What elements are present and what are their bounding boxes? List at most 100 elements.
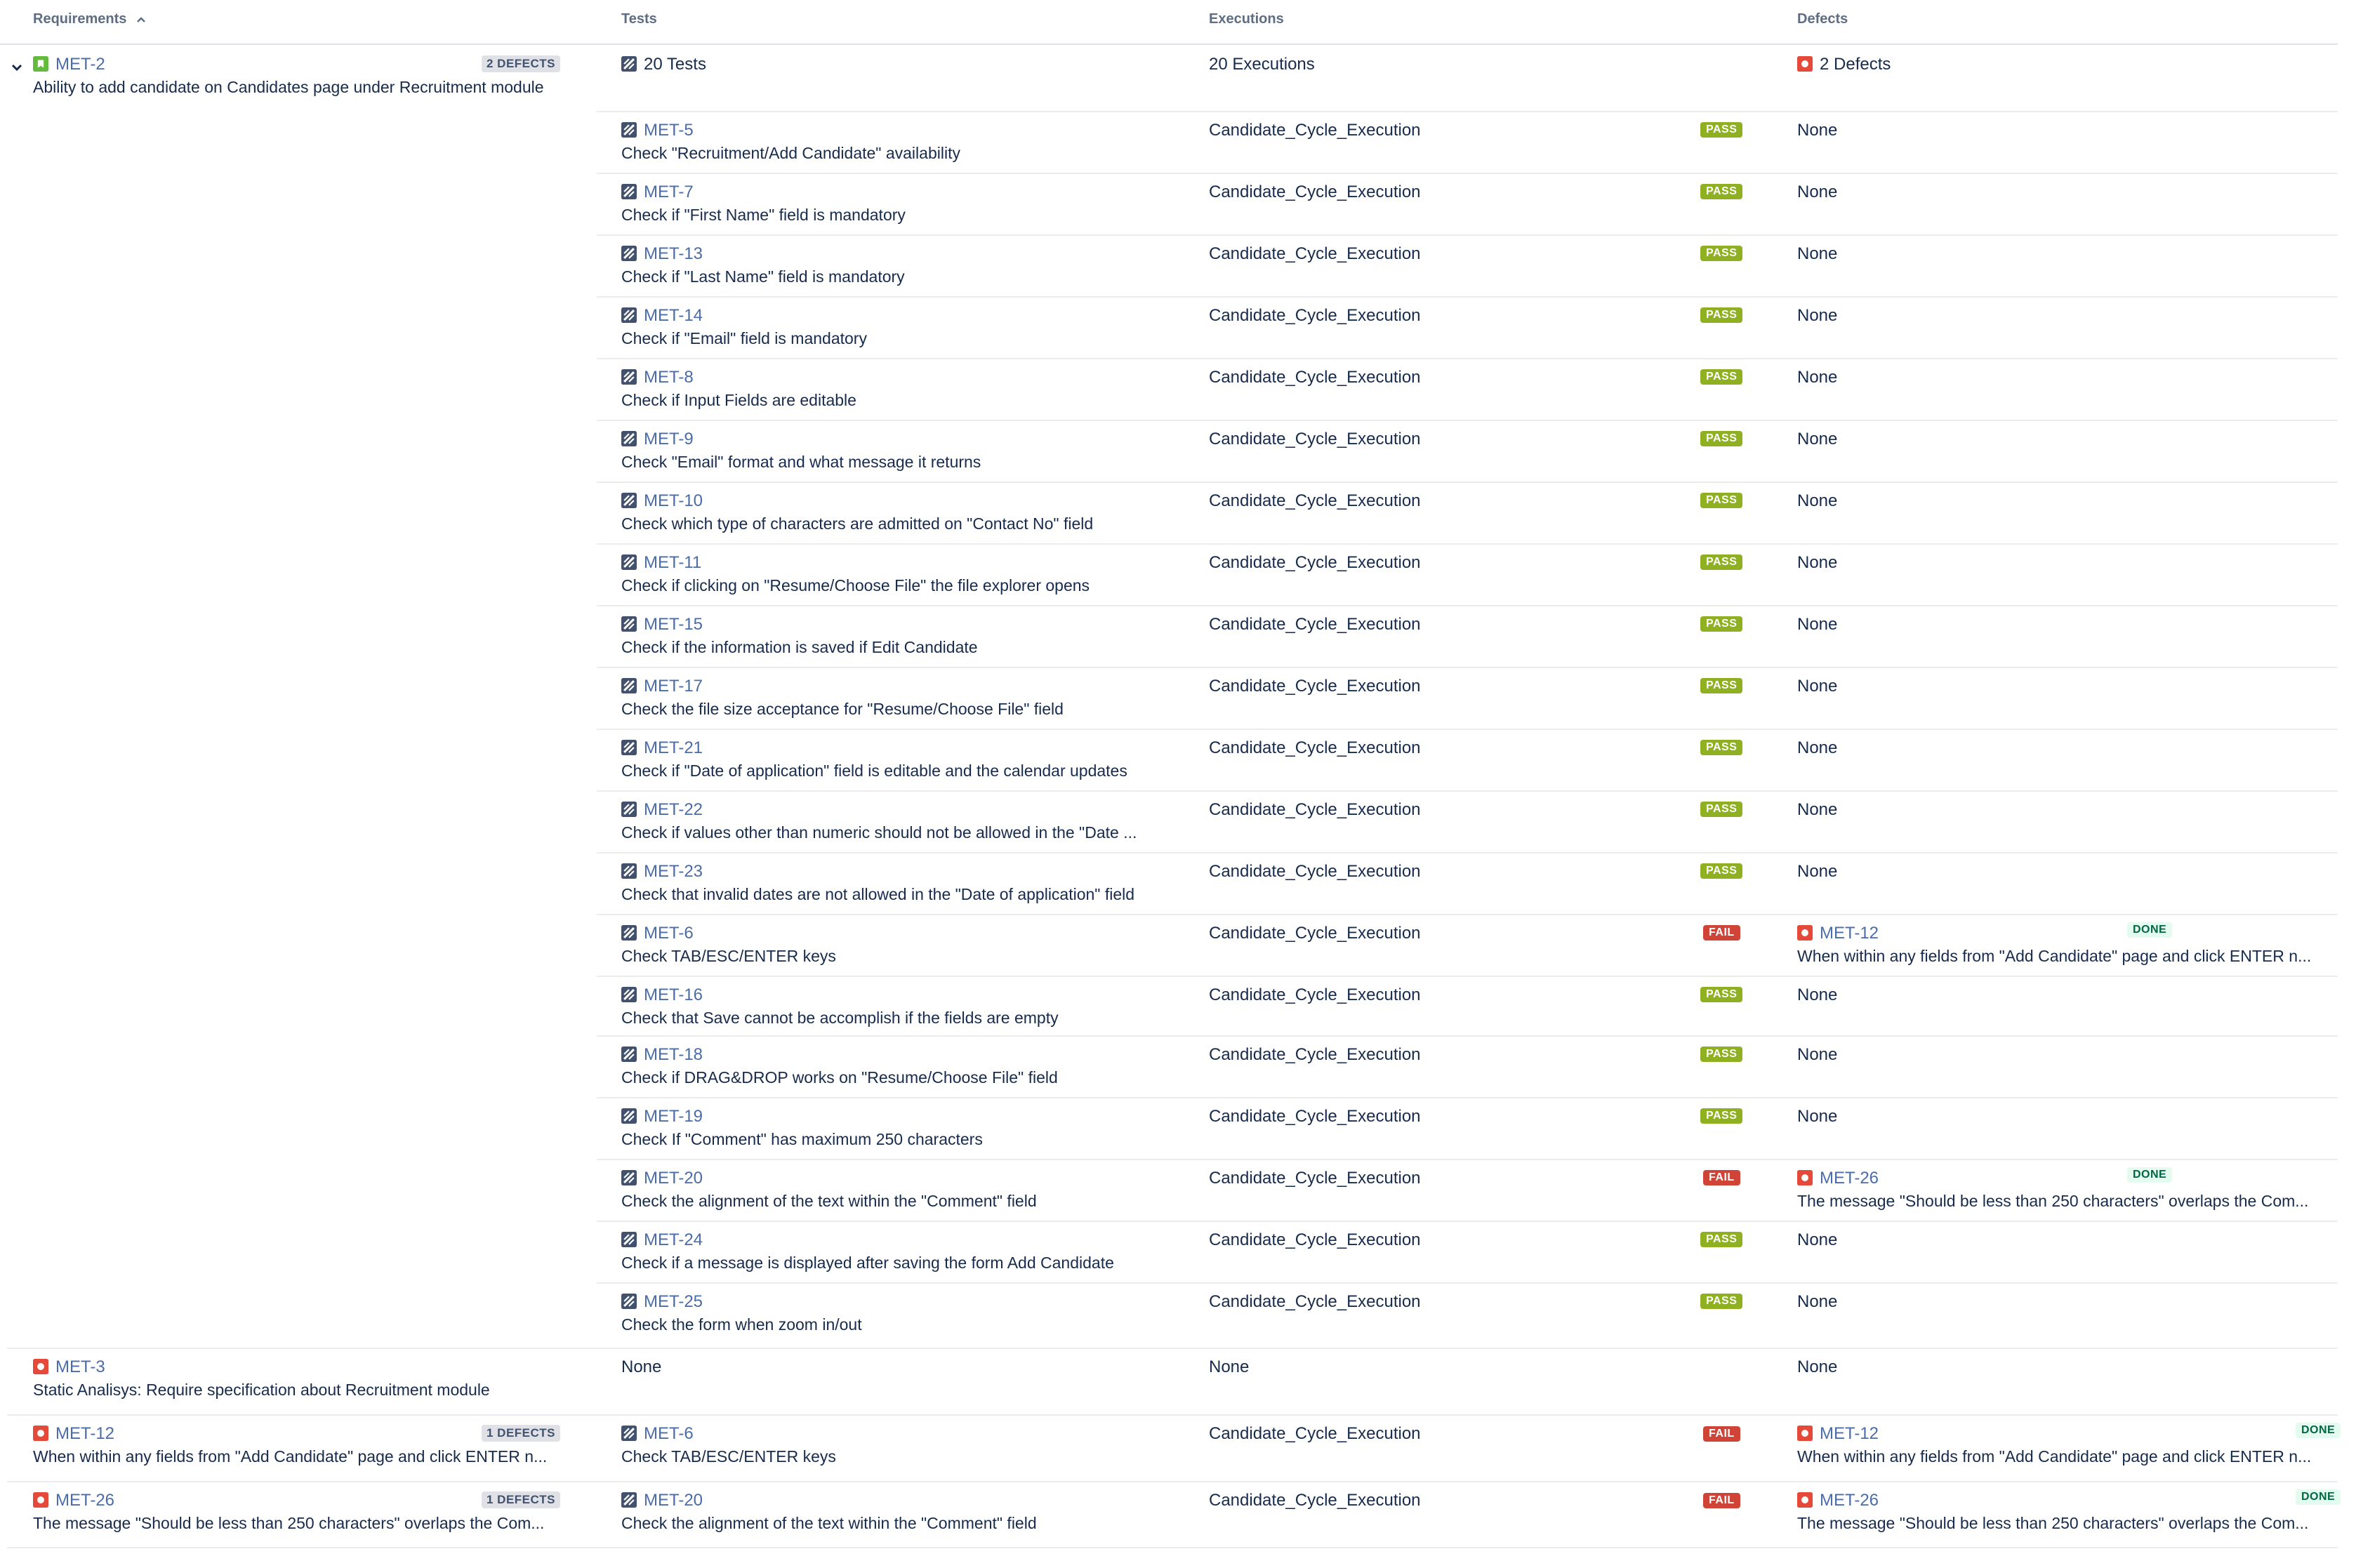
test-row-met-14: MET-14 Check if "Email" field is mandator… bbox=[621, 306, 1183, 348]
bug-icon bbox=[1797, 1170, 1813, 1185]
test-row-met-10: MET-10 Check which type of characters are… bbox=[621, 491, 1183, 533]
defect-none: None bbox=[1797, 430, 1838, 449]
defect-met-12-key-link[interactable]: MET-12 bbox=[1820, 1424, 1879, 1443]
execution-name: Candidate_Cycle_Execution bbox=[1209, 800, 1421, 819]
execution-status-lozenge: PASS bbox=[1700, 307, 1743, 323]
test-row-met-22-key-link[interactable]: MET-22 bbox=[644, 800, 703, 819]
execution-status-lozenge: PASS bbox=[1700, 1232, 1743, 1247]
test-row-key-link[interactable]: MET-20 bbox=[644, 1491, 703, 1510]
execution-name: Candidate_Cycle_Execution bbox=[1209, 1230, 1421, 1249]
requirement-met-12-key-link[interactable]: MET-12 bbox=[55, 1424, 114, 1443]
requirement-met-3-key-link[interactable]: MET-3 bbox=[55, 1357, 105, 1376]
test-row-met-16-key-link[interactable]: MET-16 bbox=[644, 985, 703, 1004]
execution-status-lozenge: PASS bbox=[1700, 678, 1743, 693]
test-row-met-7: MET-7 Check if "First Name" field is mand… bbox=[621, 182, 1183, 225]
test-row-met-24-key-link[interactable]: MET-24 bbox=[644, 1230, 703, 1249]
test-row-met-17-summary: Check the file size acceptance for "Resu… bbox=[621, 700, 1064, 718]
requirement-met-26-summary: The message "Should be less than 250 cha… bbox=[33, 1514, 545, 1532]
test-row-met-22-key-line: MET-22 bbox=[621, 800, 1183, 820]
execution-status-lozenge: PASS bbox=[1700, 863, 1743, 879]
requirement-met-3-key-line: MET-3 bbox=[33, 1357, 567, 1377]
test-row-met-5-key-link[interactable]: MET-5 bbox=[644, 121, 694, 140]
row-divider bbox=[597, 790, 2338, 792]
row-divider bbox=[597, 729, 2338, 730]
test-row-met-9-key-link[interactable]: MET-9 bbox=[644, 430, 694, 449]
test-icon bbox=[621, 184, 637, 199]
test-row-met-8-key-link[interactable]: MET-8 bbox=[644, 368, 694, 387]
row-divider bbox=[7, 1348, 2338, 1349]
test-icon bbox=[621, 246, 637, 261]
test-icon bbox=[621, 1047, 637, 1062]
execution-name: Candidate_Cycle_Execution bbox=[1209, 1107, 1421, 1126]
test-row-met-19: MET-19 Check If "Comment" has maximum 250… bbox=[621, 1107, 1183, 1149]
defect-none: None bbox=[1797, 862, 1838, 881]
test-row-met-15-key-link[interactable]: MET-15 bbox=[644, 615, 703, 634]
execution-status-lozenge: PASS bbox=[1700, 369, 1743, 385]
story-icon bbox=[33, 56, 48, 72]
test-row-met-21-key-link[interactable]: MET-21 bbox=[644, 738, 703, 757]
test-row-met-19-key-link[interactable]: MET-19 bbox=[644, 1107, 703, 1126]
test-icon bbox=[621, 863, 637, 879]
test-icon bbox=[621, 1232, 637, 1247]
execution-status-lozenge: PASS bbox=[1700, 122, 1743, 138]
test-icon bbox=[621, 122, 637, 138]
execution-name: Candidate_Cycle_Execution bbox=[1209, 924, 1421, 943]
defect-met-12-key-link[interactable]: MET-12 bbox=[1820, 924, 1879, 943]
row-divider bbox=[597, 1221, 2338, 1222]
execution-name: Candidate_Cycle_Execution bbox=[1209, 244, 1421, 263]
traceability-report: Requirements Tests Executions Defects ME… bbox=[0, 0, 2356, 1568]
test-icon bbox=[621, 369, 637, 385]
test-row-met-13-key-link[interactable]: MET-13 bbox=[644, 244, 703, 263]
row-divider bbox=[597, 1097, 2338, 1098]
row-divider bbox=[597, 420, 2338, 421]
row-divider bbox=[7, 1481, 2338, 1482]
row-divider bbox=[597, 914, 2338, 915]
defect-none: None bbox=[1797, 738, 1838, 757]
requirement-met-26-key-link[interactable]: MET-26 bbox=[55, 1491, 114, 1510]
row-divider bbox=[7, 1547, 2338, 1548]
defect-met-26: MET-26 The message "Should be less than 2… bbox=[1797, 1491, 2331, 1533]
test-row-met-23-key-link[interactable]: MET-23 bbox=[644, 862, 703, 881]
test-row-met-7-key-link[interactable]: MET-7 bbox=[644, 182, 694, 201]
test-row-met-10-key-link[interactable]: MET-10 bbox=[644, 491, 703, 510]
test-icon bbox=[621, 925, 637, 941]
test-row: MET-6 Check TAB/ESC/ENTER keys bbox=[621, 1424, 1183, 1466]
defect-status-lozenge: DONE bbox=[2296, 1423, 2341, 1438]
defect-met-26-key-link[interactable]: MET-26 bbox=[1820, 1491, 1879, 1510]
test-icon bbox=[621, 802, 637, 817]
defect-met-12-key-line: MET-12 bbox=[1797, 924, 2331, 943]
test-row-met-14-key-link[interactable]: MET-14 bbox=[644, 306, 703, 325]
row-divider bbox=[597, 111, 2338, 112]
test-row-met-11-summary: Check if clicking on "Resume/Choose File… bbox=[621, 576, 1090, 594]
chevron-down-icon[interactable] bbox=[10, 60, 24, 74]
defect-met-26-key-link[interactable]: MET-26 bbox=[1820, 1169, 1879, 1188]
defect-none: None bbox=[1797, 985, 1838, 1004]
defect-none: None bbox=[1797, 800, 1838, 819]
execution-status-lozenge: PASS bbox=[1700, 493, 1743, 508]
test-row-met-25-key-link[interactable]: MET-25 bbox=[644, 1292, 703, 1311]
defect-none: None bbox=[1797, 1230, 1838, 1249]
test-row-met-7-key-line: MET-7 bbox=[621, 182, 1183, 202]
test-row-met-17-key-link[interactable]: MET-17 bbox=[644, 677, 703, 696]
execution-status-lozenge: FAIL bbox=[1703, 925, 1740, 941]
test-row-met-17: MET-17 Check the file size acceptance for… bbox=[621, 677, 1183, 719]
tests-summary: 20 Tests bbox=[621, 55, 706, 74]
execution-name: Candidate_Cycle_Execution bbox=[1209, 985, 1421, 1004]
defects-summary: 2 Defects bbox=[1797, 55, 1891, 74]
test-row-met-22: MET-22 Check if values other than numeric… bbox=[621, 800, 1183, 842]
requirement-met-2-key-link[interactable]: MET-2 bbox=[55, 55, 105, 74]
execution-name: Candidate_Cycle_Execution bbox=[1209, 738, 1421, 757]
test-row-met-11-key-link[interactable]: MET-11 bbox=[644, 553, 701, 572]
defect-none: None bbox=[1797, 306, 1838, 325]
defect-none: None bbox=[1797, 615, 1838, 634]
test-row-key-link[interactable]: MET-6 bbox=[644, 1424, 694, 1443]
test-row-met-21-summary: Check if "Date of application" field is … bbox=[621, 762, 1127, 780]
test-row-met-18-key-link[interactable]: MET-18 bbox=[644, 1045, 703, 1064]
test-row-met-20-key-link[interactable]: MET-20 bbox=[644, 1169, 703, 1188]
test-row-met-20-key-line: MET-20 bbox=[621, 1169, 1183, 1188]
requirement-group-met-12: MET-12 When within any fields from "Add C… bbox=[0, 1414, 2341, 1481]
test-row-met-6-key-link[interactable]: MET-6 bbox=[644, 924, 694, 943]
defect-none: None bbox=[1797, 1107, 1838, 1126]
test-row-met-5-summary: Check "Recruitment/Add Candidate" availa… bbox=[621, 144, 960, 162]
requirement-met-3-summary: Static Analisys: Require specification a… bbox=[33, 1381, 490, 1399]
